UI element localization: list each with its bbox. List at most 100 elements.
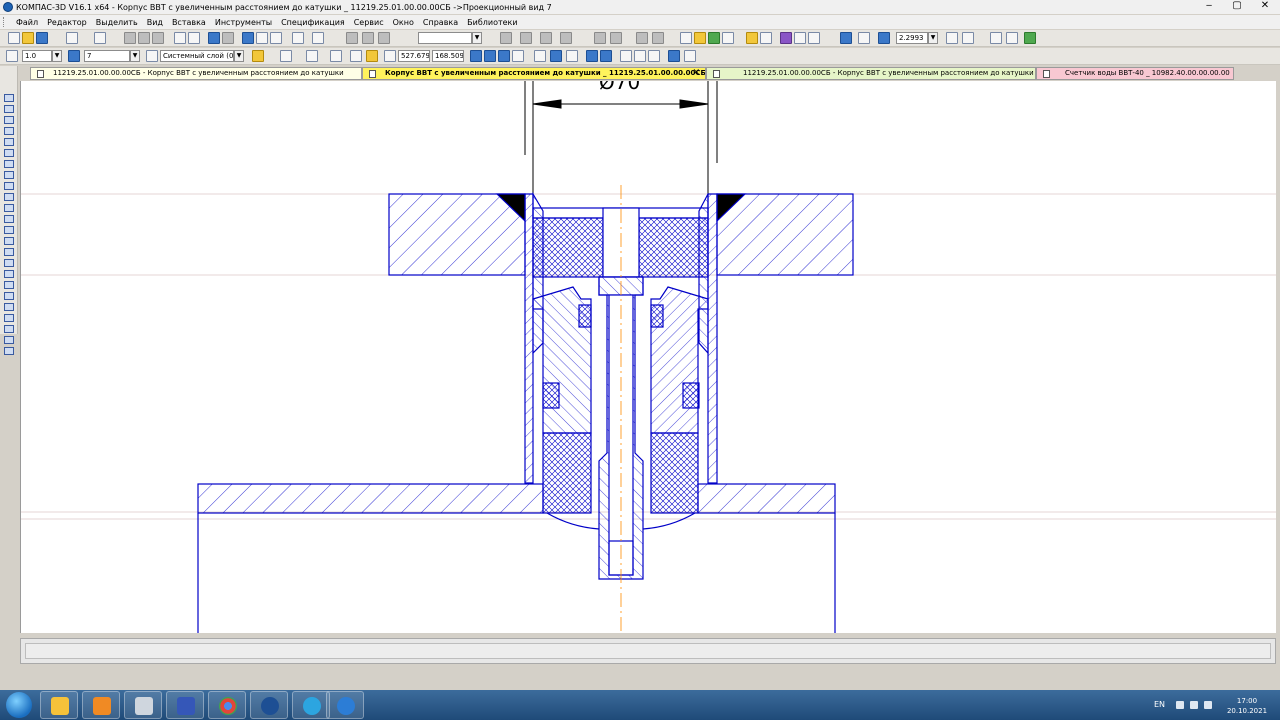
- view-number-field[interactable]: 7: [84, 50, 130, 62]
- menu-select[interactable]: Выделить: [96, 18, 138, 27]
- hatch-icon[interactable]: [500, 32, 512, 44]
- compact-tool-icon[interactable]: [4, 259, 14, 267]
- taskbar-kompas[interactable]: [250, 691, 288, 719]
- cursor-coords-icon[interactable]: [384, 50, 396, 62]
- menu-libraries[interactable]: Библиотеки: [467, 18, 517, 27]
- variables-icon[interactable]: [256, 32, 268, 44]
- edit-icon[interactable]: [512, 50, 524, 62]
- document-tab-1[interactable]: 11219.25.01.00.00.00СБ - Корпус ВВТ с ув…: [30, 67, 362, 80]
- taskbar-telegram[interactable]: [292, 691, 330, 719]
- redo-icon[interactable]: [222, 32, 234, 44]
- close-window-button[interactable]: ✕: [1254, 0, 1276, 12]
- taskbar-save[interactable]: [166, 691, 204, 719]
- document-tab-2-active[interactable]: Корпус ВВТ с увеличенным расстоянием до …: [362, 67, 706, 80]
- compact-tool-icon[interactable]: [4, 215, 14, 223]
- view-number-dropdown-icon[interactable]: ▼: [130, 50, 140, 62]
- line-scale-dropdown-icon[interactable]: ▼: [52, 50, 62, 62]
- color-icon[interactable]: [252, 50, 264, 62]
- zoom-out-icon[interactable]: [878, 32, 890, 44]
- compact-tool-icon[interactable]: [4, 336, 14, 344]
- maximize-button[interactable]: ▢: [1226, 0, 1248, 12]
- compact-tool-icon[interactable]: [4, 182, 14, 190]
- layer-field[interactable]: Системный слой (0): [160, 50, 234, 62]
- compact-tool-icon[interactable]: [4, 248, 14, 256]
- line-scale-field[interactable]: 1.0: [22, 50, 52, 62]
- view-icon[interactable]: [378, 32, 390, 44]
- drawing-svg[interactable]: Ø70: [21, 81, 1276, 633]
- compact-tool-icon[interactable]: [4, 314, 14, 322]
- symbol-icon[interactable]: [560, 32, 572, 44]
- zoom-field[interactable]: 2.2993: [896, 32, 928, 44]
- menu-service[interactable]: Сервис: [354, 18, 384, 27]
- param-icon[interactable]: [534, 50, 546, 62]
- coord-x-field[interactable]: 527.679: [398, 50, 430, 62]
- compact-tool-icon[interactable]: [4, 204, 14, 212]
- compact-tool-icon[interactable]: [4, 171, 14, 179]
- copy-icon[interactable]: [138, 32, 150, 44]
- taskbar-outlook[interactable]: [82, 691, 120, 719]
- compact-tool-icon[interactable]: [4, 127, 14, 135]
- help-icon[interactable]: [1024, 32, 1036, 44]
- compact-tool-icon[interactable]: [4, 270, 14, 278]
- select-icon[interactable]: [990, 32, 1002, 44]
- insert-icon[interactable]: [634, 50, 646, 62]
- zoom-frame-icon[interactable]: [840, 32, 852, 44]
- snap-settings-icon[interactable]: [708, 32, 720, 44]
- zoom-dropdown-icon[interactable]: ▼: [928, 32, 938, 44]
- close-tab-icon[interactable]: ✕: [692, 68, 700, 79]
- state-icon[interactable]: [6, 50, 18, 62]
- round-icon[interactable]: [366, 50, 378, 62]
- associative-icon[interactable]: [586, 50, 598, 62]
- fragment-icon[interactable]: [648, 50, 660, 62]
- layer-icon[interactable]: [362, 32, 374, 44]
- select2-icon[interactable]: [566, 50, 578, 62]
- drawing-canvas[interactable]: Ø70: [20, 81, 1276, 633]
- compact-tool-icon[interactable]: [4, 94, 14, 102]
- orto-icon[interactable]: [280, 50, 292, 62]
- dim-icon[interactable]: [594, 32, 606, 44]
- table-icon[interactable]: [540, 32, 552, 44]
- tray-flag-icon[interactable]: [1204, 701, 1212, 709]
- tray-network-icon[interactable]: [1190, 701, 1198, 709]
- part-icon[interactable]: [746, 32, 758, 44]
- tree-icon[interactable]: [242, 32, 254, 44]
- compact-tool-icon[interactable]: [4, 347, 14, 355]
- taskbar-chrome[interactable]: [208, 691, 246, 719]
- compact-tool-icon[interactable]: [4, 226, 14, 234]
- new-file-icon[interactable]: [8, 32, 20, 44]
- text-icon[interactable]: [520, 32, 532, 44]
- fx-icon[interactable]: [270, 32, 282, 44]
- compact-tool-icon[interactable]: [4, 325, 14, 333]
- leader-icon[interactable]: [610, 32, 622, 44]
- attribute-icon[interactable]: [808, 32, 820, 44]
- menu-view[interactable]: Вид: [147, 18, 163, 27]
- link-icon[interactable]: [794, 32, 806, 44]
- measure-icon[interactable]: [722, 32, 734, 44]
- reports-icon[interactable]: [620, 50, 632, 62]
- check-icon[interactable]: [684, 50, 696, 62]
- copy-props-icon[interactable]: [636, 32, 648, 44]
- compact-tool-icon[interactable]: [4, 149, 14, 157]
- angle-icon[interactable]: [350, 50, 362, 62]
- cut-icon[interactable]: [124, 32, 136, 44]
- calc-icon[interactable]: [668, 50, 680, 62]
- format-icon[interactable]: [652, 32, 664, 44]
- undo-icon[interactable]: [208, 32, 220, 44]
- compact-tool-icon[interactable]: [4, 281, 14, 289]
- library-manager-icon[interactable]: [292, 32, 304, 44]
- menu-editor[interactable]: Редактор: [47, 18, 87, 27]
- preview-icon[interactable]: [94, 32, 106, 44]
- menu-file[interactable]: Файл: [16, 18, 38, 27]
- dimensions-icon[interactable]: [484, 50, 496, 62]
- snap-icon[interactable]: [680, 32, 692, 44]
- menu-specification[interactable]: Спецификация: [281, 18, 345, 27]
- taskbar-kompas-viewer[interactable]: [326, 691, 364, 719]
- document-tab-3[interactable]: 11219.25.01.00.00.00СБ - Корпус ВВТ с ув…: [706, 67, 1036, 80]
- zoom-in-icon[interactable]: [858, 32, 870, 44]
- sketch-icon[interactable]: [760, 32, 772, 44]
- taskbar-explorer[interactable]: [40, 691, 78, 719]
- designations-icon[interactable]: [498, 50, 510, 62]
- macro-icon[interactable]: [780, 32, 792, 44]
- clock[interactable]: 17:00 20.10.2021: [1226, 696, 1268, 716]
- save-icon[interactable]: [36, 32, 48, 44]
